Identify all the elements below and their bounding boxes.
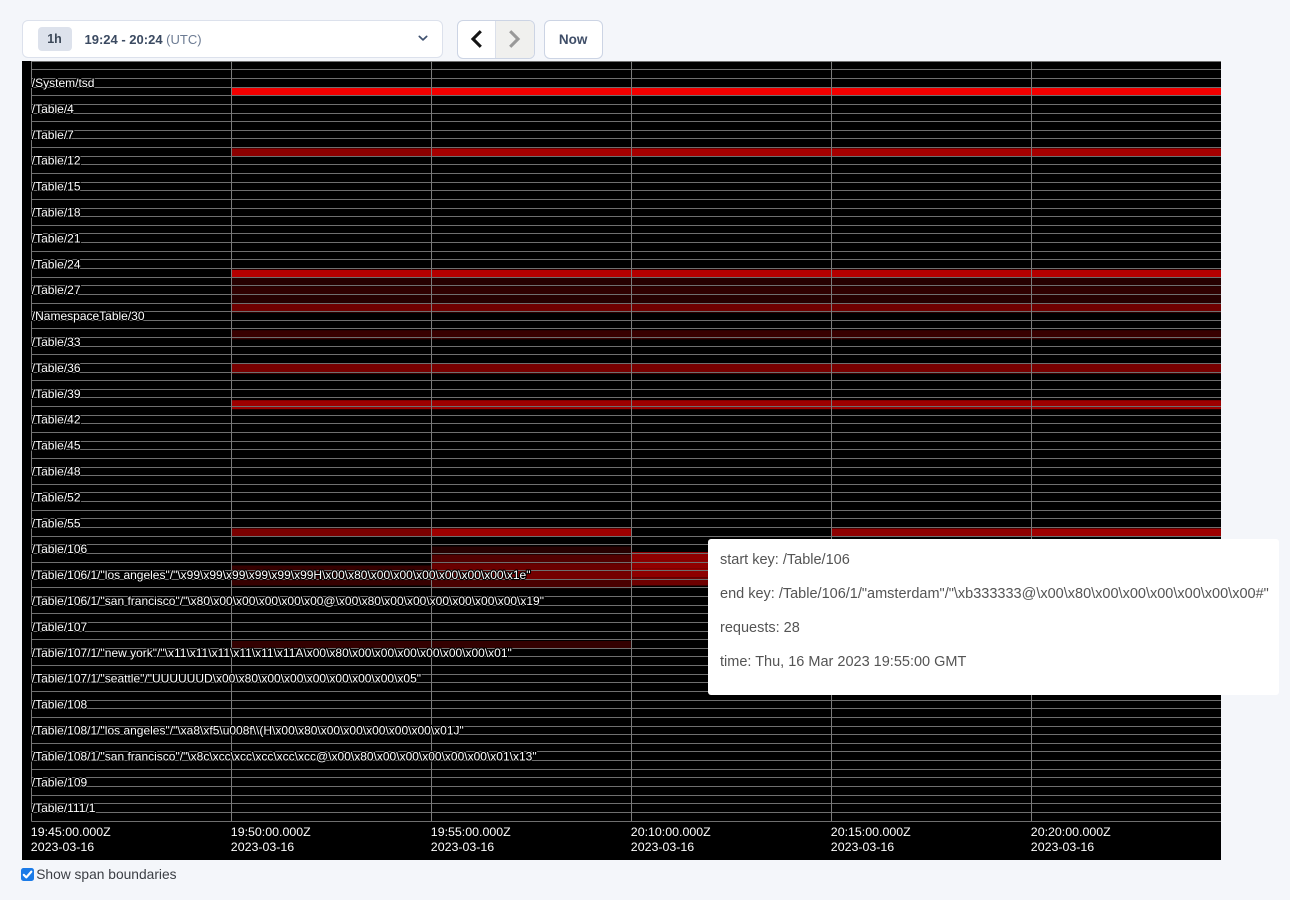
svg-text:/Table/106/1/"los angeles"/"\x: /Table/106/1/"los angeles"/"\x99\x99\x99… xyxy=(32,568,531,582)
svg-text:/Table/39: /Table/39 xyxy=(32,387,81,401)
svg-text:2023-03-16: 2023-03-16 xyxy=(431,840,494,854)
svg-text:/Table/108: /Table/108 xyxy=(32,698,88,712)
svg-text:/Table/12: /Table/12 xyxy=(32,154,81,168)
svg-text:/Table/108/1/"san francisco"/": /Table/108/1/"san francisco"/"\x8c\xcc\x… xyxy=(32,749,537,763)
svg-text:/System/tsd: /System/tsd xyxy=(32,76,95,90)
svg-text:/Table/27: /Table/27 xyxy=(32,283,81,297)
svg-text:20:10:00.000Z: 20:10:00.000Z xyxy=(631,825,711,839)
svg-text:20:15:00.000Z: 20:15:00.000Z xyxy=(831,825,911,839)
svg-text:/Table/107/1/"seattle"/"UUUUUU: /Table/107/1/"seattle"/"UUUUUUD\x00\x80\… xyxy=(32,672,421,686)
svg-text:/Table/36: /Table/36 xyxy=(32,361,81,375)
svg-text:/Table/21: /Table/21 xyxy=(32,231,81,245)
svg-text:/Table/52: /Table/52 xyxy=(32,490,81,504)
svg-text:19:45:00.000Z: 19:45:00.000Z xyxy=(31,825,111,839)
svg-text:/Table/107/1/"new york"/"\x11\: /Table/107/1/"new york"/"\x11\x11\x11\x1… xyxy=(32,646,512,660)
svg-text:19:55:00.000Z: 19:55:00.000Z xyxy=(431,825,511,839)
svg-text:/Table/55: /Table/55 xyxy=(32,516,81,530)
svg-text:/Table/18: /Table/18 xyxy=(32,206,81,220)
svg-text:/Table/4: /Table/4 xyxy=(32,102,74,116)
svg-text:19:50:00.000Z: 19:50:00.000Z xyxy=(231,825,311,839)
svg-text:/Table/42: /Table/42 xyxy=(32,413,81,427)
svg-text:/Table/109: /Table/109 xyxy=(32,775,88,789)
svg-text:/Table/33: /Table/33 xyxy=(32,335,81,349)
svg-text:2023-03-16: 2023-03-16 xyxy=(31,840,94,854)
svg-text:2023-03-16: 2023-03-16 xyxy=(631,840,694,854)
svg-text:/Table/45: /Table/45 xyxy=(32,439,81,453)
svg-text:20:20:00.000Z: 20:20:00.000Z xyxy=(1031,825,1111,839)
svg-text:/NamespaceTable/30: /NamespaceTable/30 xyxy=(32,309,145,323)
svg-text:/Table/24: /Table/24 xyxy=(32,257,81,271)
svg-text:/Table/111/1: /Table/111/1 xyxy=(32,801,96,815)
svg-text:2023-03-16: 2023-03-16 xyxy=(831,840,894,854)
svg-text:/Table/107: /Table/107 xyxy=(32,620,88,634)
svg-text:2023-03-16: 2023-03-16 xyxy=(231,840,294,854)
svg-text:/Table/106/1/"san francisco"/": /Table/106/1/"san francisco"/"\x80\x00\x… xyxy=(32,594,544,608)
svg-text:/Table/108/1/"los angeles"/"\x: /Table/108/1/"los angeles"/"\xa8\xf5\u00… xyxy=(32,724,464,738)
svg-text:/Table/106: /Table/106 xyxy=(32,542,88,556)
svg-text:/Table/15: /Table/15 xyxy=(32,180,81,194)
svg-text:/Table/7: /Table/7 xyxy=(32,128,74,142)
svg-text:/Table/48: /Table/48 xyxy=(32,465,81,479)
svg-text:2023-03-16: 2023-03-16 xyxy=(1031,840,1094,854)
